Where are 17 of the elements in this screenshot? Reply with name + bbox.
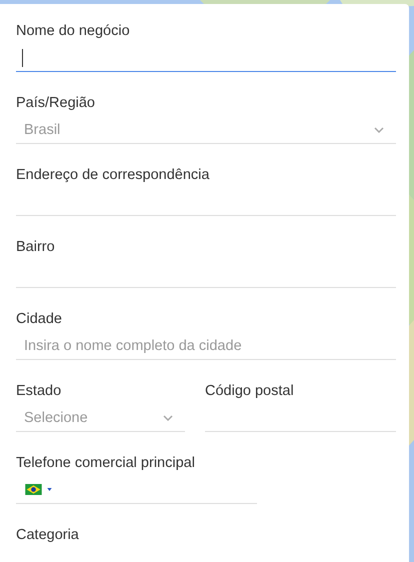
field-label: Código postal (205, 382, 295, 400)
flag-icon (25, 484, 42, 495)
caret-icon[interactable] (47, 488, 52, 491)
field-label: Telefone comercial principal (16, 454, 196, 472)
chevron-down-icon (374, 126, 384, 132)
field-label: Bairro (16, 238, 56, 256)
field-label: Nome do negócio (16, 22, 131, 40)
state-select[interactable]: Selecione (16, 404, 185, 432)
field-label: País/Região (16, 94, 96, 112)
field-label: Endereço de correspondência (16, 166, 210, 184)
text-field[interactable]: Insira o nome completo da cidade (16, 332, 396, 360)
field-label: Categoria (16, 526, 80, 544)
text-cursor (22, 48, 23, 66)
chevron-down-icon (163, 414, 173, 420)
country-select[interactable]: Brasil (16, 116, 396, 144)
field-label: Estado (16, 382, 62, 400)
field-label: Cidade (16, 310, 63, 328)
